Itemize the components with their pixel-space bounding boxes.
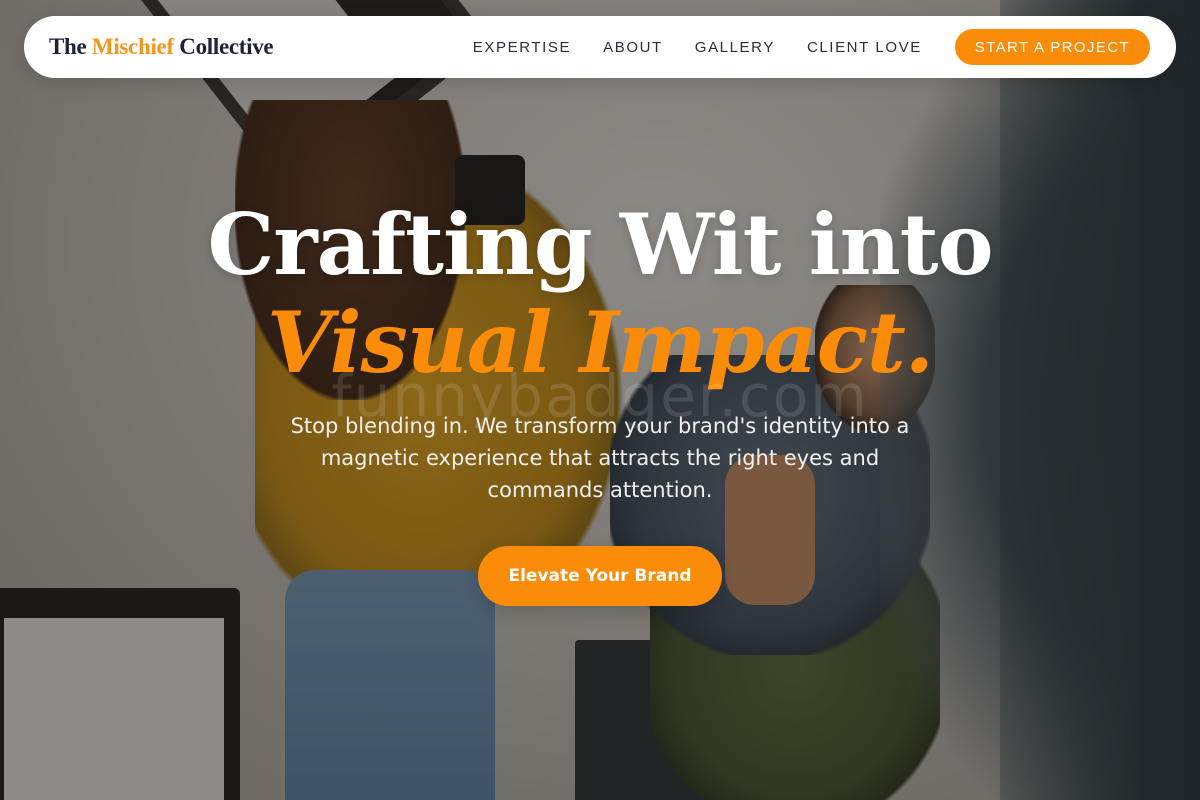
hero-subtext: Stop blending in. We transform your bran… [290,414,910,502]
hero-headline-line1: Crafting Wit into [207,195,993,294]
elevate-brand-button[interactable]: Elevate Your Brand [478,546,722,606]
hero-section: Crafting Wit into Visual Impact. funnyba… [0,0,1200,800]
